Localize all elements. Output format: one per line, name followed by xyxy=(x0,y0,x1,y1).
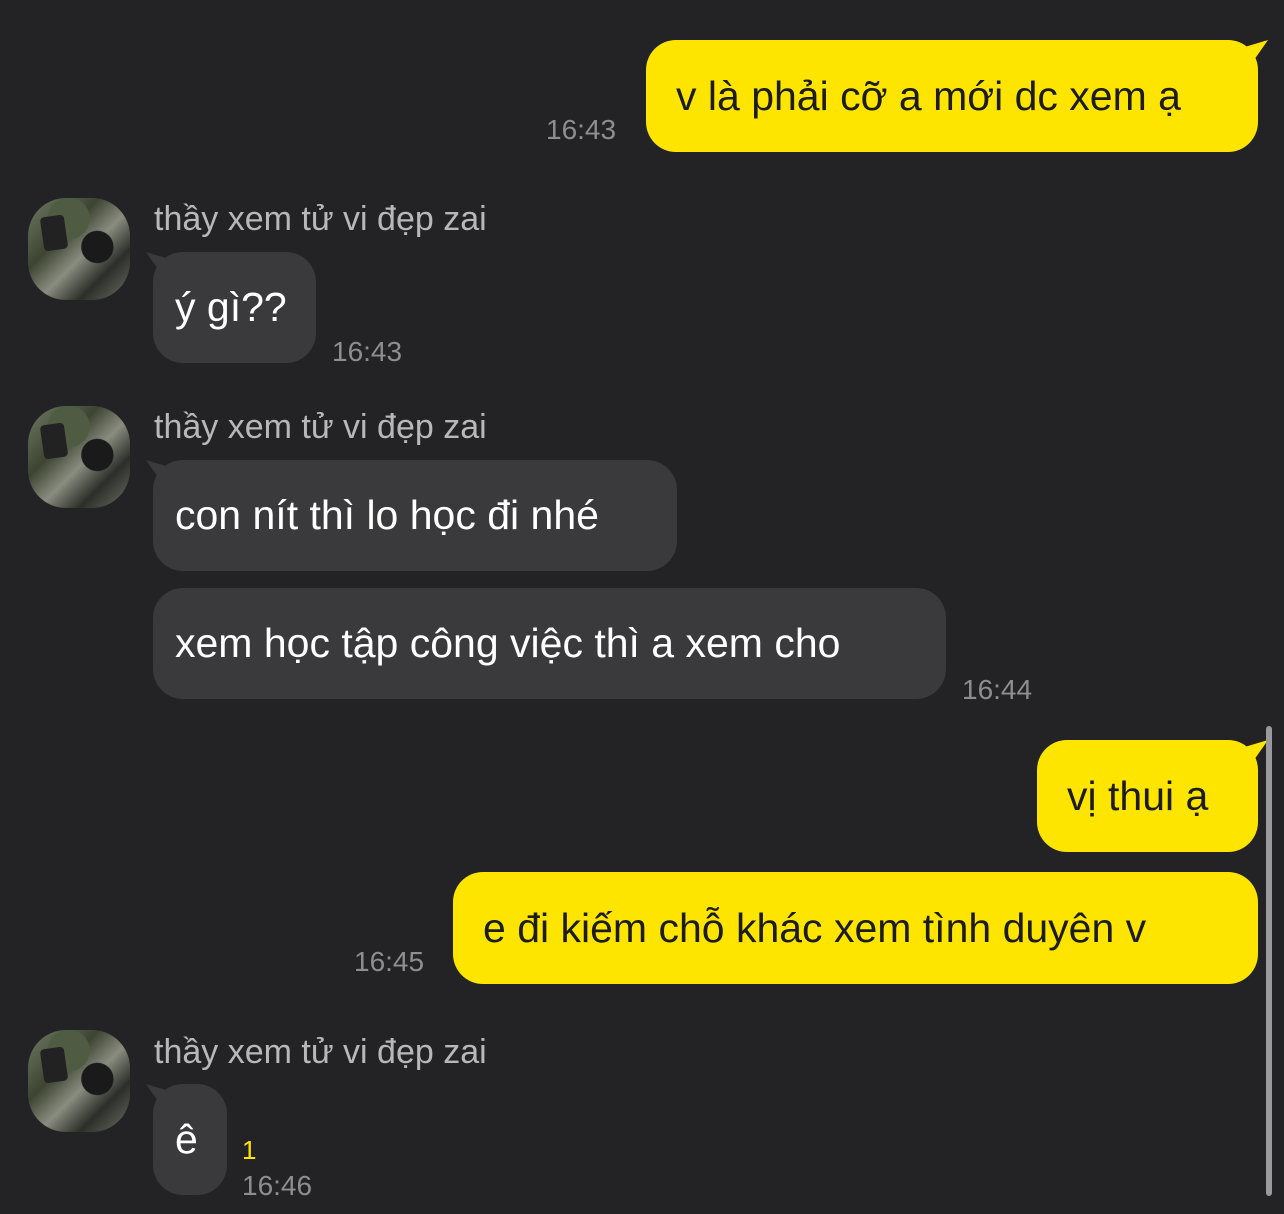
message-timestamp: 16:43 xyxy=(546,114,617,145)
message-text: ý gì?? xyxy=(175,284,287,330)
message-text: e đi kiếm chỗ khác xem tình duyên v xyxy=(483,904,1147,951)
chat-thread[interactable]: v là phải cỡ a mới dc xem ạ 16:43 thầy x… xyxy=(0,0,1284,1214)
message-timestamp: 16:45 xyxy=(354,946,425,977)
sender-name: thầy xem tử vi đẹp zai xyxy=(154,408,487,446)
contact-avatar[interactable] xyxy=(28,198,130,300)
message-text: ê xyxy=(175,1116,198,1162)
message-timestamp: 16:46 xyxy=(242,1170,313,1201)
contact-avatar[interactable] xyxy=(28,406,130,508)
message-bubble-sent[interactable]: e đi kiếm chỗ khác xem tình duyên v xyxy=(453,872,1258,984)
message-text: con nít thì lo học đi nhé xyxy=(175,492,599,538)
message-timestamp: 16:43 xyxy=(332,336,403,367)
message-bubble-received[interactable]: ý gì?? xyxy=(153,252,316,363)
message-text: v là phải cỡ a mới dc xem ạ xyxy=(676,72,1181,119)
message-bubble-received[interactable]: xem học tập công việc thì a xem cho xyxy=(153,588,946,699)
message-timestamp: 16:44 xyxy=(962,674,1033,705)
message-bubble-sent[interactable]: vị thui ạ xyxy=(1037,740,1258,852)
scrollbar[interactable] xyxy=(1266,726,1272,1196)
sender-name: thầy xem tử vi đẹp zai xyxy=(154,200,487,238)
contact-avatar[interactable] xyxy=(28,1030,130,1132)
message-text: xem học tập công việc thì a xem cho xyxy=(175,620,841,666)
message-bubble-sent[interactable]: v là phải cỡ a mới dc xem ạ xyxy=(646,40,1258,152)
sender-name: thầy xem tử vi đẹp zai xyxy=(154,1033,487,1071)
message-text: vị thui ạ xyxy=(1067,772,1209,819)
unread-count: 1 xyxy=(242,1135,257,1165)
message-bubble-received[interactable]: con nít thì lo học đi nhé xyxy=(153,460,677,571)
